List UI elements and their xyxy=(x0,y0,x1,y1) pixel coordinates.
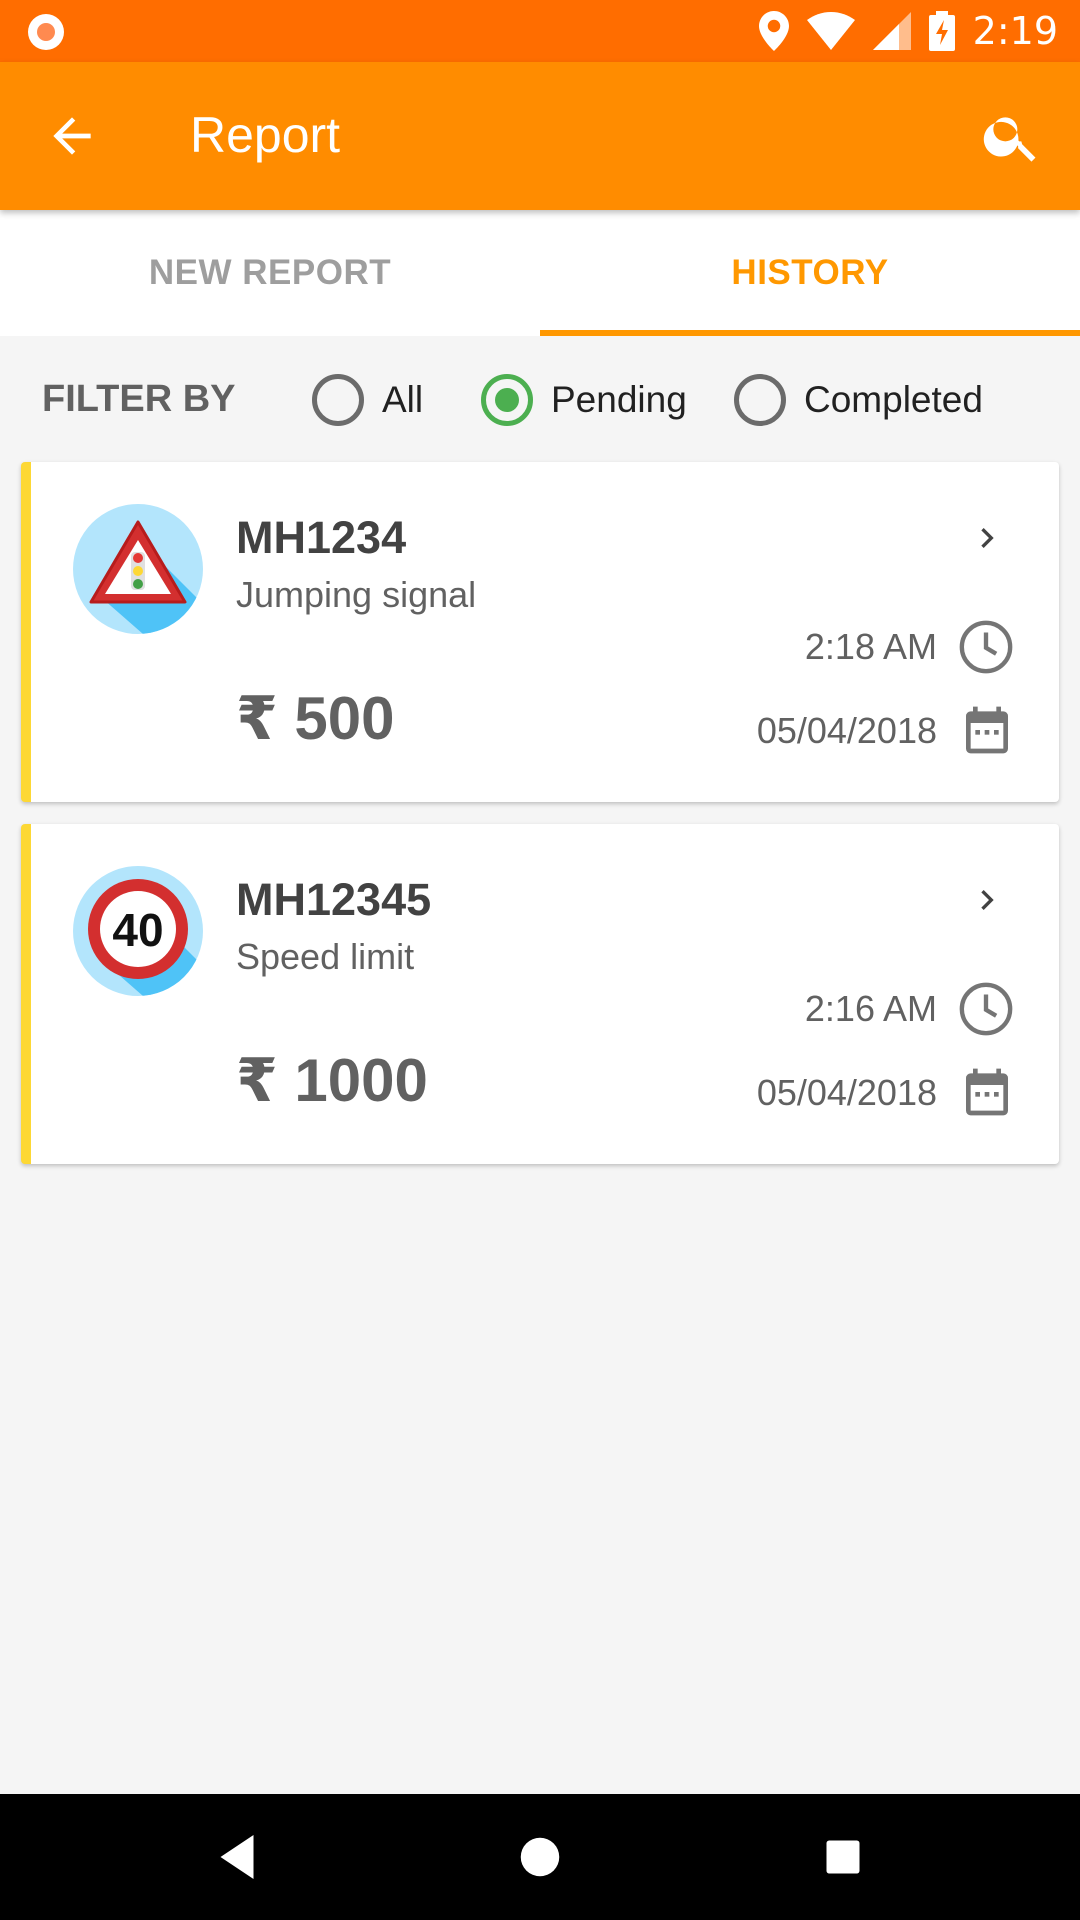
filter-label: FILTER BY xyxy=(42,378,236,420)
arrow-back-icon[interactable] xyxy=(44,108,100,164)
violation-type: Speed limit xyxy=(236,936,415,977)
radio-button[interactable] xyxy=(734,374,786,426)
fine-amount: ₹ 1000 xyxy=(236,1047,428,1114)
clock-icon xyxy=(959,982,1013,1036)
tab-bar: NEW REPORT HISTORY xyxy=(0,210,1080,336)
traffic-signal-warning-icon xyxy=(73,504,203,634)
vehicle-number: MH12345 xyxy=(236,874,432,925)
filter-option-label: Pending xyxy=(551,379,687,420)
system-nav-bar xyxy=(0,1794,1080,1920)
location-icon xyxy=(758,11,789,51)
status-bar: 2:19 xyxy=(0,0,1080,62)
status-time: 2:19 xyxy=(972,9,1058,53)
tab-history[interactable]: HISTORY xyxy=(540,210,1080,336)
chevron-right-icon[interactable] xyxy=(967,880,1007,920)
clock-icon xyxy=(959,620,1013,674)
tab-new-report[interactable]: NEW REPORT xyxy=(0,210,540,336)
filter-option-label: Completed xyxy=(804,379,983,420)
radio-button[interactable] xyxy=(481,374,533,426)
speed-limit-value: 40 xyxy=(112,904,163,956)
notification-icon xyxy=(28,14,64,50)
filter-option-label: All xyxy=(382,379,424,420)
radio-button[interactable] xyxy=(312,374,364,426)
page-title: Report xyxy=(190,107,341,163)
fine-amount: ₹ 500 xyxy=(236,685,395,752)
wifi-icon xyxy=(806,12,855,50)
search-icon[interactable] xyxy=(980,104,1044,168)
calendar-icon xyxy=(966,1068,1008,1116)
chevron-right-icon[interactable] xyxy=(967,518,1007,558)
filter-option-completed[interactable]: Completed xyxy=(734,370,983,430)
filter-option-all[interactable]: All xyxy=(312,370,423,430)
report-card[interactable]: MH1234 Jumping signal ₹ 500 2:18 AM 05/0… xyxy=(21,462,1059,802)
nav-home-icon[interactable] xyxy=(507,1824,573,1890)
filter-option-pending[interactable]: Pending xyxy=(481,370,687,430)
violation-type: Jumping signal xyxy=(236,574,477,615)
report-date: 05/04/2018 xyxy=(756,710,937,751)
nav-back-icon[interactable] xyxy=(204,1824,270,1890)
nav-recents-icon[interactable] xyxy=(810,1824,876,1890)
report-time: 2:16 AM xyxy=(804,988,937,1029)
report-card[interactable]: 40 MH12345 Speed limit ₹ 1000 2:16 AM 05… xyxy=(21,824,1059,1164)
app-bar: Report xyxy=(0,62,1080,210)
calendar-icon xyxy=(966,706,1008,754)
report-time: 2:18 AM xyxy=(804,626,937,667)
signal-icon xyxy=(872,12,911,50)
battery-charging-icon xyxy=(928,11,955,51)
filter-bar: FILTER BY All Pending Completed xyxy=(0,336,1080,462)
vehicle-number: MH1234 xyxy=(236,512,407,563)
report-date: 05/04/2018 xyxy=(756,1072,937,1113)
speed-limit-40-icon: 40 xyxy=(73,866,203,996)
